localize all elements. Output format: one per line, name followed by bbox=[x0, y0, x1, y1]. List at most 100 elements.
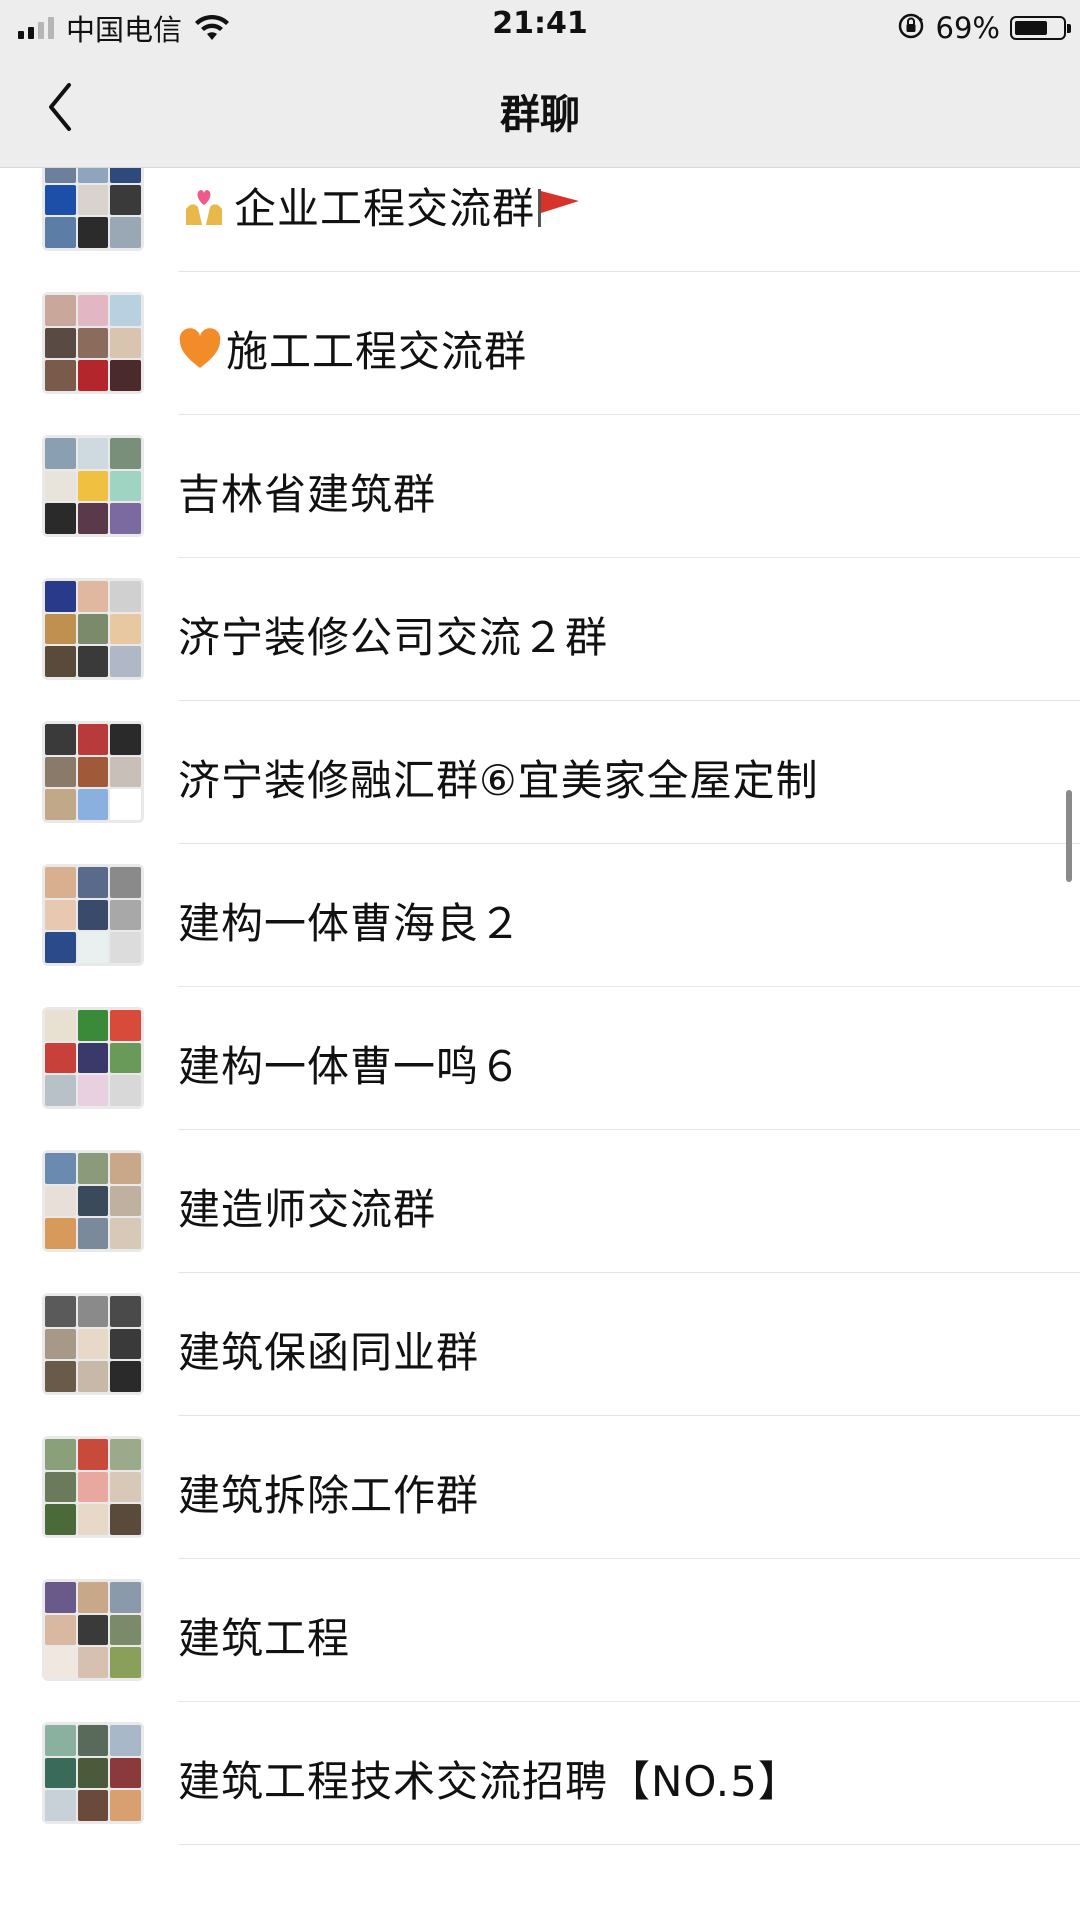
avatar-tile bbox=[45, 327, 76, 359]
avatar-tile bbox=[110, 1328, 141, 1360]
avatar-tile bbox=[45, 1790, 76, 1821]
avatar-tile bbox=[77, 789, 109, 820]
avatar-tile bbox=[110, 613, 141, 645]
group-name-text: 企业工程交流群 bbox=[234, 184, 536, 233]
avatar-tile bbox=[110, 646, 141, 677]
avatar-tile bbox=[77, 867, 109, 898]
avatar-tile bbox=[77, 295, 109, 326]
group-name: 吉林省建筑群 bbox=[178, 461, 436, 522]
avatar-tile bbox=[110, 1010, 141, 1041]
avatar-tile bbox=[77, 184, 109, 216]
avatar-tile bbox=[77, 1757, 109, 1789]
avatar-tile bbox=[77, 1439, 109, 1470]
group-name: 企业工程交流群 bbox=[178, 175, 583, 236]
group-name: 济宁装修融汇群⑥宜美家全屋定制 bbox=[178, 747, 819, 808]
avatar-tile bbox=[77, 1790, 109, 1821]
group-row[interactable]: 建构一体曹一鸣６ bbox=[0, 987, 1080, 1130]
avatar-tile bbox=[45, 1504, 76, 1535]
avatar-tile bbox=[45, 1218, 76, 1249]
group-avatar bbox=[42, 1007, 144, 1109]
avatar-tile bbox=[110, 1757, 141, 1789]
avatar-tile bbox=[45, 217, 76, 248]
avatar-tile bbox=[77, 1042, 109, 1074]
avatar-tile bbox=[77, 327, 109, 359]
avatar-tile bbox=[45, 646, 76, 677]
group-avatar bbox=[42, 1150, 144, 1252]
avatar-tile bbox=[45, 1185, 76, 1217]
avatar-tile bbox=[77, 1725, 109, 1756]
group-avatar bbox=[42, 292, 144, 394]
status-right: 69% bbox=[896, 8, 1071, 48]
avatar-tile bbox=[77, 724, 109, 755]
row-divider bbox=[178, 1844, 1080, 1845]
avatar-tile bbox=[45, 1757, 76, 1789]
avatar-tile bbox=[110, 1185, 141, 1217]
avatar-tile bbox=[77, 1153, 109, 1184]
red-flag-icon bbox=[535, 184, 583, 233]
group-avatar bbox=[42, 1722, 144, 1824]
group-row[interactable]: 建筑工程技术交流招聘【NO.5】 bbox=[0, 1702, 1080, 1845]
avatar-tile bbox=[110, 1504, 141, 1535]
avatar-tile bbox=[45, 1725, 76, 1756]
avatar-tile bbox=[110, 1439, 141, 1470]
group-name-text: 建构一体曹一鸣６ bbox=[178, 1042, 523, 1091]
group-row[interactable]: 济宁装修融汇群⑥宜美家全屋定制 bbox=[0, 701, 1080, 844]
group-row[interactable]: 建筑拆除工作群 bbox=[0, 1416, 1080, 1559]
scroll-indicator[interactable] bbox=[1066, 790, 1072, 882]
group-row[interactable]: 建筑保函同业群 bbox=[0, 1273, 1080, 1416]
avatar-tile bbox=[110, 1361, 141, 1392]
group-name: 建构一体曹一鸣６ bbox=[178, 1033, 522, 1094]
group-row[interactable]: 济宁装修公司交流２群 bbox=[0, 558, 1080, 701]
avatar-tile bbox=[77, 1471, 109, 1503]
avatar-tile bbox=[45, 1614, 76, 1646]
nav-bar: 群聊 bbox=[0, 52, 1080, 167]
group-name: 济宁装修公司交流２群 bbox=[178, 604, 608, 665]
group-name-text: 建造师交流群 bbox=[178, 1185, 437, 1234]
group-row[interactable]: 建筑工程 bbox=[0, 1559, 1080, 1702]
avatar-tile bbox=[77, 756, 109, 788]
avatar-tile bbox=[45, 932, 76, 963]
avatar-tile bbox=[110, 1075, 141, 1106]
avatar-tile bbox=[110, 470, 141, 502]
avatar-tile bbox=[77, 1647, 109, 1678]
avatar-tile bbox=[77, 1296, 109, 1327]
group-name-text: 建筑工程 bbox=[178, 1614, 351, 1663]
avatar-tile bbox=[110, 217, 141, 248]
battery-icon bbox=[1010, 16, 1071, 40]
group-name: 建构一体曹海良２ bbox=[178, 890, 522, 951]
avatar-tile bbox=[45, 581, 76, 612]
avatar-tile bbox=[110, 867, 141, 898]
group-row[interactable]: 施工工程交流群 bbox=[0, 272, 1080, 415]
avatar-tile bbox=[77, 438, 109, 469]
group-avatar bbox=[42, 721, 144, 823]
avatar-tile bbox=[77, 581, 109, 612]
avatar-tile bbox=[45, 867, 76, 898]
group-avatar bbox=[42, 1293, 144, 1395]
avatar-tile bbox=[45, 1582, 76, 1613]
avatar-tile bbox=[77, 1075, 109, 1106]
avatar-tile bbox=[45, 295, 76, 326]
avatar-tile bbox=[110, 724, 141, 755]
avatar-tile bbox=[45, 503, 76, 534]
avatar-tile bbox=[77, 1361, 109, 1392]
heart-couple-icon bbox=[178, 184, 234, 233]
group-name-text: 济宁装修融汇群⑥宜美家全屋定制 bbox=[178, 756, 819, 805]
avatar-tile bbox=[110, 789, 141, 820]
group-name: 施工工程交流群 bbox=[178, 318, 527, 379]
avatar-tile bbox=[45, 1296, 76, 1327]
avatar-tile bbox=[110, 581, 141, 612]
avatar-tile bbox=[110, 756, 141, 788]
group-name-text: 建筑拆除工作群 bbox=[178, 1471, 480, 1520]
avatar-tile bbox=[45, 1647, 76, 1678]
group-name: 建筑拆除工作群 bbox=[178, 1462, 479, 1523]
battery-percent: 69% bbox=[935, 11, 1000, 45]
group-row[interactable]: 建造师交流群 bbox=[0, 1130, 1080, 1273]
group-row[interactable]: 吉林省建筑群 bbox=[0, 415, 1080, 558]
avatar-tile bbox=[110, 1471, 141, 1503]
avatar-tile bbox=[77, 217, 109, 248]
group-name-text: 吉林省建筑群 bbox=[178, 470, 437, 519]
top-bar: 中国电信 21:41 69% 群聊 bbox=[0, 0, 1080, 168]
group-row[interactable]: 建构一体曹海良２ bbox=[0, 844, 1080, 987]
avatar-tile bbox=[77, 503, 109, 534]
avatar-tile bbox=[45, 184, 76, 216]
